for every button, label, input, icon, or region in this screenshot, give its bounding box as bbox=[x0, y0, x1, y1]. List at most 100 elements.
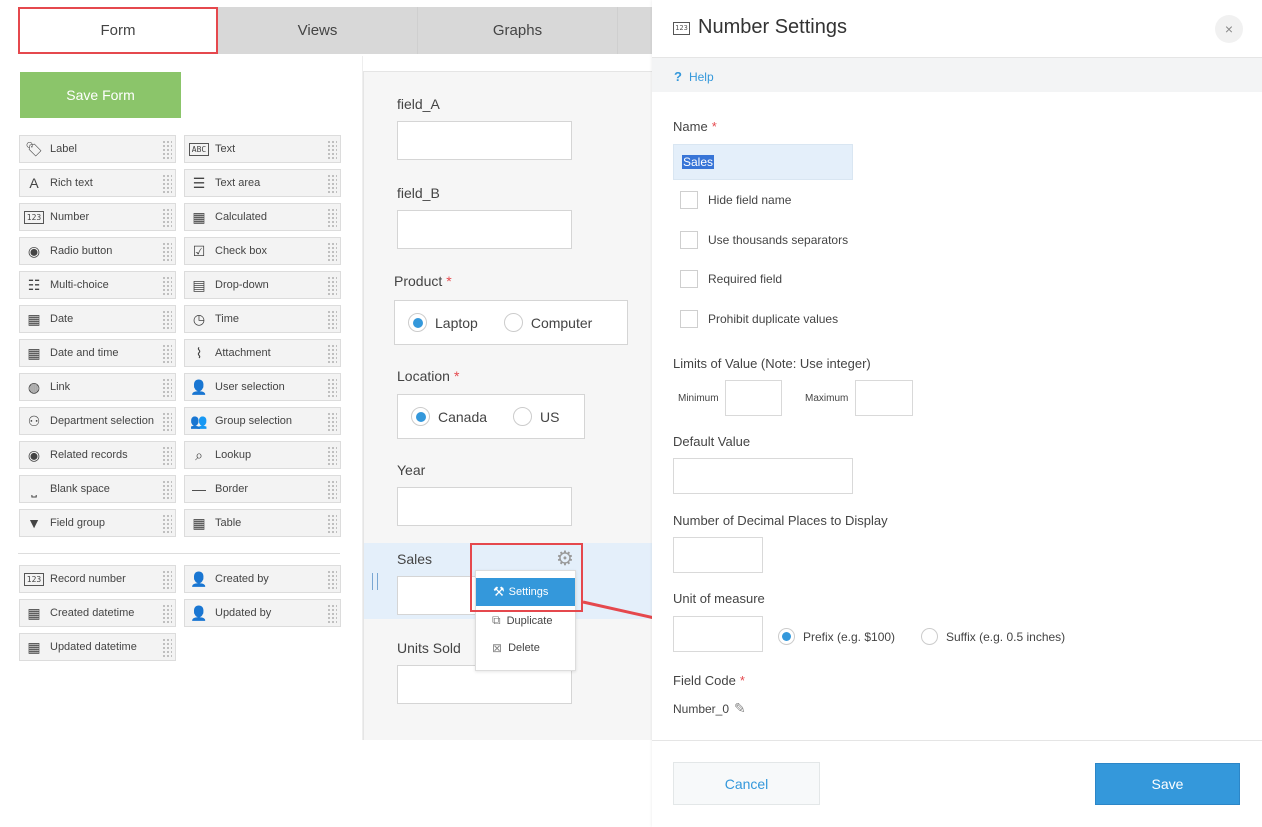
palette-item-number[interactable]: 123 Number bbox=[19, 203, 176, 231]
tab-graphs[interactable]: Graphs bbox=[418, 7, 618, 54]
field-a-input[interactable] bbox=[397, 121, 572, 160]
menu-duplicate[interactable]: ⧉ Duplicate bbox=[492, 613, 552, 628]
maximum-input[interactable] bbox=[855, 380, 913, 416]
palette-item-check-box[interactable]: ☑ Check box bbox=[184, 237, 341, 265]
drag-grip-icon[interactable] bbox=[162, 242, 172, 262]
menu-settings[interactable]: ⚒ Settings bbox=[476, 578, 575, 606]
calculator-icon: ▦ bbox=[192, 208, 206, 225]
palette-item-rich-text[interactable]: A Rich text bbox=[19, 169, 176, 197]
drag-grip-icon[interactable] bbox=[162, 140, 172, 160]
location-option-us[interactable]: US bbox=[513, 407, 560, 426]
palette-item-border[interactable]: — Border bbox=[184, 475, 341, 503]
drag-grip-icon[interactable] bbox=[327, 604, 337, 624]
tab-views[interactable]: Views bbox=[218, 7, 418, 54]
drag-grip-icon[interactable] bbox=[327, 242, 337, 262]
thousands-separator-checkbox[interactable]: Use thousands separators bbox=[680, 231, 848, 249]
number-icon: 123 bbox=[24, 210, 44, 224]
palette-item-table[interactable]: ▦ Table bbox=[184, 509, 341, 537]
palette-item-lookup[interactable]: ⌕ Lookup bbox=[184, 441, 341, 469]
palette-item-created-datetime[interactable]: ▦ Created datetime bbox=[19, 599, 176, 627]
drag-grip-icon[interactable] bbox=[162, 638, 172, 658]
drag-grip-icon[interactable] bbox=[327, 412, 337, 432]
save-button[interactable]: Save bbox=[1095, 763, 1240, 805]
location-option-canada[interactable]: Canada bbox=[411, 407, 487, 426]
drag-grip-icon[interactable] bbox=[327, 140, 337, 160]
palette-item-record-number[interactable]: 123 Record number bbox=[19, 565, 176, 593]
drag-grip-icon[interactable] bbox=[162, 604, 172, 624]
drag-grip-icon[interactable] bbox=[327, 378, 337, 398]
palette-item-multi-choice[interactable]: ☷ Multi-choice bbox=[19, 271, 176, 299]
product-option-laptop[interactable]: Laptop bbox=[408, 313, 478, 332]
palette-item-department-selection[interactable]: ⚇ Department selection bbox=[19, 407, 176, 435]
palette-item-text-area[interactable]: ☰ Text area bbox=[184, 169, 341, 197]
menu-delete[interactable]: ⊠ Delete bbox=[492, 641, 540, 655]
palette-item-field-group[interactable]: ▼ Field group bbox=[19, 509, 176, 537]
drag-grip-icon[interactable] bbox=[327, 480, 337, 500]
prefix-radio[interactable]: Prefix (e.g. $100) bbox=[778, 628, 895, 645]
wrench-icon: ⚒ bbox=[493, 584, 505, 599]
unit-input[interactable] bbox=[673, 616, 763, 652]
product-label: Product * bbox=[394, 273, 452, 289]
palette-item-link[interactable]: ◍ Link bbox=[19, 373, 176, 401]
palette-item-group-selection[interactable]: 👥 Group selection bbox=[184, 407, 341, 435]
palette-item-drop-down[interactable]: ▤ Drop-down bbox=[184, 271, 341, 299]
drag-grip-icon[interactable] bbox=[327, 514, 337, 534]
palette-item-related-records[interactable]: ◉ Related records bbox=[19, 441, 176, 469]
drag-grip-icon[interactable] bbox=[162, 310, 172, 330]
drag-grip-icon[interactable] bbox=[162, 570, 172, 590]
drag-grip-icon[interactable] bbox=[327, 208, 337, 228]
palette-item-text[interactable]: ABC Text bbox=[184, 135, 341, 163]
gear-icon[interactable]: ⚙ bbox=[556, 546, 574, 571]
drag-grip-icon[interactable] bbox=[162, 208, 172, 228]
default-value-input[interactable] bbox=[673, 458, 853, 494]
palette-item-calculated[interactable]: ▦ Calculated bbox=[184, 203, 341, 231]
product-option-computer[interactable]: Computer bbox=[503, 313, 592, 332]
palette-item-attachment[interactable]: ⌇ Attachment bbox=[184, 339, 341, 367]
drag-grip-icon[interactable] bbox=[327, 344, 337, 364]
drag-grip-icon[interactable] bbox=[162, 378, 172, 398]
close-button[interactable]: × bbox=[1215, 15, 1243, 43]
cancel-button[interactable]: Cancel bbox=[673, 762, 820, 805]
hide-field-name-checkbox[interactable]: Hide field name bbox=[680, 191, 791, 209]
palette-item-user-selection[interactable]: 👤 User selection bbox=[184, 373, 341, 401]
save-form-button[interactable]: Save Form bbox=[20, 72, 181, 118]
suffix-radio[interactable]: Suffix (e.g. 0.5 inches) bbox=[921, 628, 1065, 645]
drag-grip-icon[interactable] bbox=[327, 276, 337, 296]
palette-item-time[interactable]: ◷ Time bbox=[184, 305, 341, 333]
palette-item-updated-by[interactable]: 👤 Updated by bbox=[184, 599, 341, 627]
palette-item-radio-button[interactable]: ◉ Radio button bbox=[19, 237, 176, 265]
name-input[interactable]: Sales bbox=[673, 144, 853, 180]
drag-grip-icon[interactable] bbox=[327, 446, 337, 466]
drag-grip-icon[interactable] bbox=[162, 344, 172, 364]
drag-grip-icon[interactable] bbox=[162, 446, 172, 466]
field-b-input[interactable] bbox=[397, 210, 572, 249]
drag-handle[interactable] bbox=[372, 573, 378, 590]
drag-grip-icon[interactable] bbox=[162, 174, 172, 194]
year-input[interactable] bbox=[397, 487, 572, 526]
edit-icon[interactable]: ✎ bbox=[734, 700, 746, 717]
palette-item-blank-space[interactable]: ⎵ Blank space bbox=[19, 475, 176, 503]
lookup-icon: ⌕ bbox=[195, 446, 203, 463]
palette-item-label: Drop-down bbox=[215, 279, 269, 291]
palette-item-date[interactable]: ▦ Date bbox=[19, 305, 176, 333]
drag-grip-icon[interactable] bbox=[327, 174, 337, 194]
palette-item-label[interactable]: 🏷 Label bbox=[19, 135, 176, 163]
palette-item-date-and-time[interactable]: ▦ Date and time bbox=[19, 339, 176, 367]
help-link[interactable]: ? Help bbox=[674, 69, 714, 84]
sales-input[interactable] bbox=[397, 576, 477, 615]
drag-grip-icon[interactable] bbox=[162, 412, 172, 432]
drag-grip-icon[interactable] bbox=[327, 310, 337, 330]
decimal-places-input[interactable] bbox=[673, 537, 763, 573]
tab-form[interactable]: Form bbox=[18, 7, 218, 54]
drag-grip-icon[interactable] bbox=[327, 570, 337, 590]
drag-grip-icon[interactable] bbox=[162, 276, 172, 296]
prohibit-duplicates-checkbox[interactable]: Prohibit duplicate values bbox=[680, 310, 838, 328]
user-icon: 👤 bbox=[190, 378, 208, 395]
palette-item-label: Created by bbox=[215, 573, 269, 585]
palette-item-updated-datetime[interactable]: ▦ Updated datetime bbox=[19, 633, 176, 661]
drag-grip-icon[interactable] bbox=[162, 480, 172, 500]
required-field-checkbox[interactable]: Required field bbox=[680, 270, 782, 288]
drag-grip-icon[interactable] bbox=[162, 514, 172, 534]
palette-item-created-by[interactable]: 👤 Created by bbox=[184, 565, 341, 593]
minimum-input[interactable] bbox=[725, 380, 782, 416]
